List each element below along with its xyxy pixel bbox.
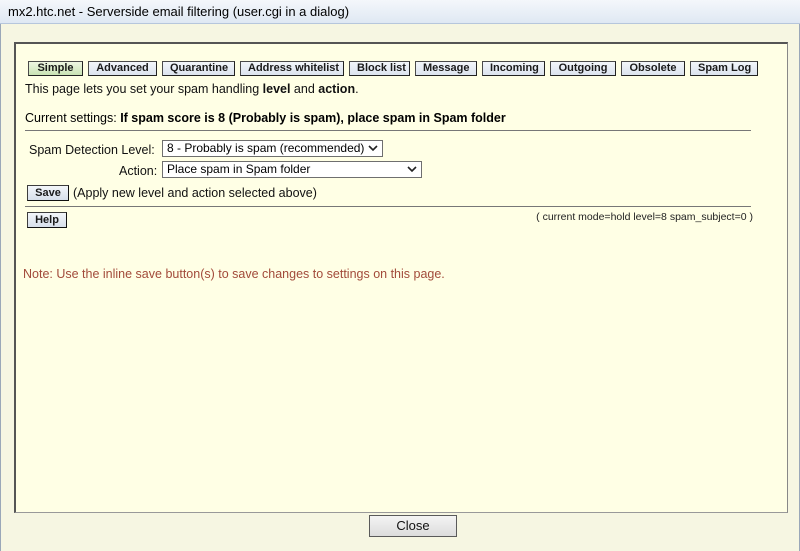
spam-action-select[interactable]: Place spam in Spam folder bbox=[162, 161, 422, 178]
current-settings-label: Current settings: bbox=[25, 111, 121, 125]
save-button[interactable]: Save bbox=[27, 185, 69, 201]
level-label: Spam Detection Level: bbox=[29, 143, 155, 157]
tab-simple[interactable]: Simple bbox=[28, 61, 83, 76]
intro-text: This page lets you set your spam handlin… bbox=[25, 82, 359, 96]
spam-level-select[interactable]: 8 - Probably is spam (recommended) bbox=[162, 140, 383, 157]
tab-quarantine[interactable]: Quarantine bbox=[162, 61, 235, 76]
window-title: mx2.htc.net - Serverside email filtering… bbox=[8, 4, 350, 19]
intro-prefix: This page lets you set your spam handlin… bbox=[25, 82, 263, 96]
divider bbox=[25, 130, 751, 131]
tab-outgoing[interactable]: Outgoing bbox=[550, 61, 616, 76]
window-titlebar[interactable]: mx2.htc.net - Serverside email filtering… bbox=[0, 0, 800, 24]
tab-obsolete[interactable]: Obsolete bbox=[621, 61, 685, 76]
current-settings: Current settings: If spam score is 8 (Pr… bbox=[25, 111, 506, 125]
tab-spam-log[interactable]: Spam Log bbox=[690, 61, 758, 76]
tab-block-list[interactable]: Block list bbox=[349, 61, 410, 76]
intro-and: and bbox=[290, 82, 319, 96]
current-settings-value: If spam score is 8 (Probably is spam), p… bbox=[120, 111, 506, 125]
dialog-content: Simple Advanced Quarantine Address white… bbox=[14, 42, 788, 513]
save-hint: (Apply new level and action selected abo… bbox=[73, 186, 317, 200]
chevron-down-icon bbox=[407, 166, 417, 173]
dialog-frame: Simple Advanced Quarantine Address white… bbox=[0, 24, 800, 551]
tab-message[interactable]: Message bbox=[415, 61, 477, 76]
tab-incoming[interactable]: Incoming bbox=[482, 61, 545, 76]
intro-suffix: . bbox=[355, 82, 359, 96]
save-note: Note: Use the inline save button(s) to s… bbox=[23, 267, 445, 281]
tab-advanced[interactable]: Advanced bbox=[88, 61, 157, 76]
help-button[interactable]: Help bbox=[27, 212, 67, 228]
mode-status: ( current mode=hold level=8 spam_subject… bbox=[536, 211, 753, 223]
tab-address-whitelist[interactable]: Address whitelist bbox=[240, 61, 344, 76]
intro-action: action bbox=[318, 82, 356, 96]
divider bbox=[25, 206, 751, 207]
intro-level: level bbox=[262, 82, 291, 96]
action-label: Action: bbox=[119, 164, 158, 178]
close-button[interactable]: Close bbox=[369, 515, 457, 537]
tab-bar: Simple Advanced Quarantine Address white… bbox=[28, 61, 758, 76]
spam-action-value: Place spam in Spam folder bbox=[167, 162, 311, 176]
chevron-down-icon bbox=[368, 145, 378, 152]
spam-level-value: 8 - Probably is spam (recommended) bbox=[167, 141, 365, 155]
